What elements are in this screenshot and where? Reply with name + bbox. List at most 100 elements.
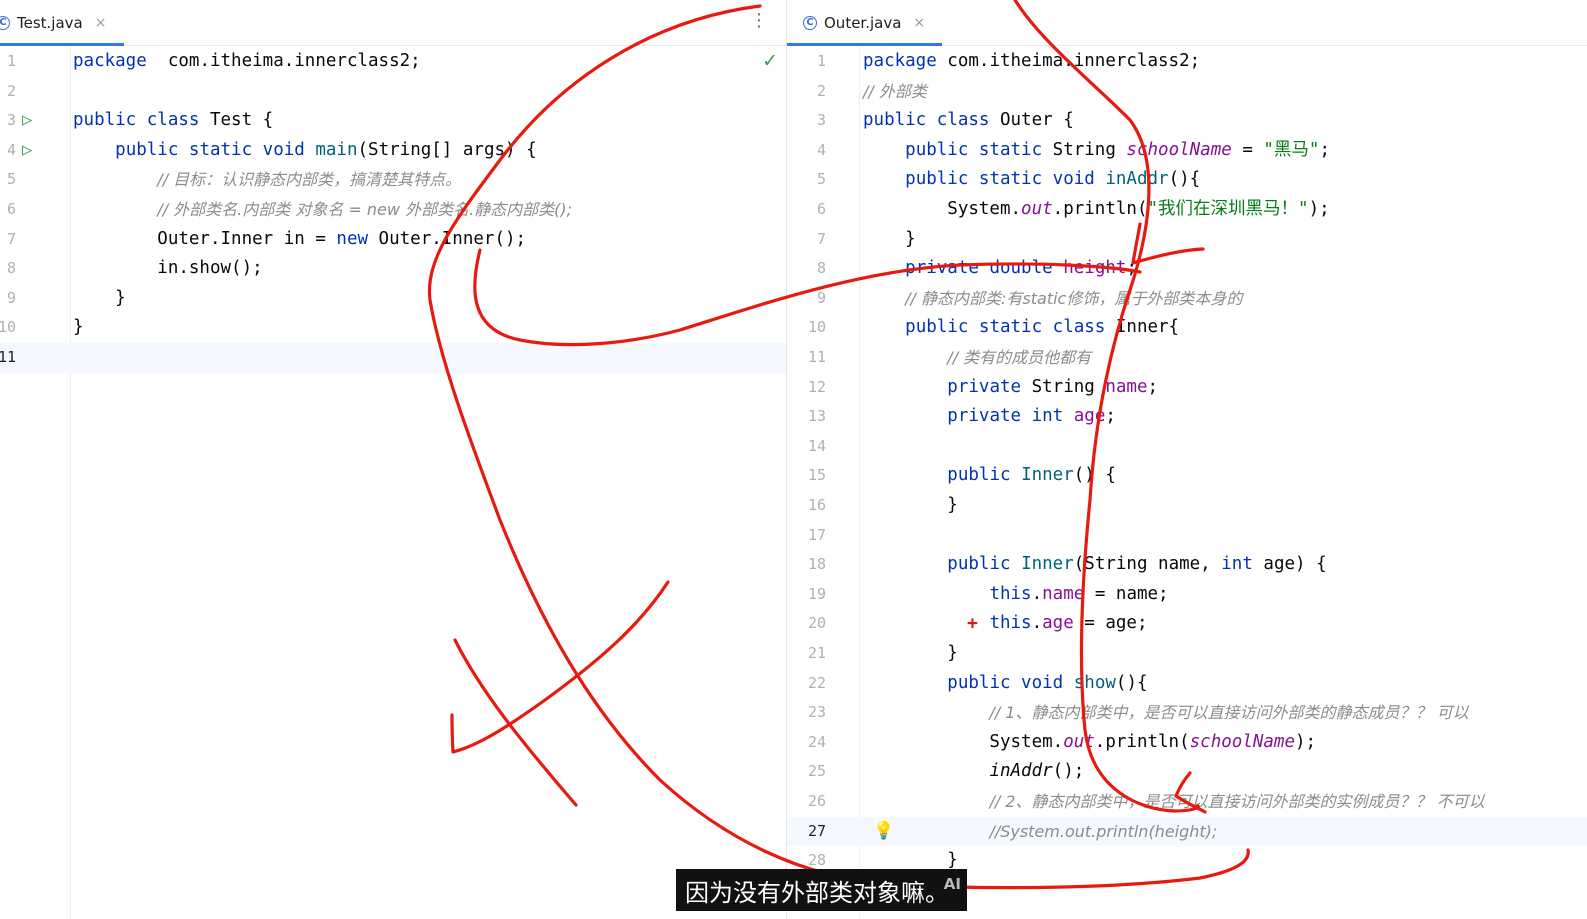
close-tab-icon[interactable]: × bbox=[913, 15, 925, 31]
line-number[interactable]: 1 bbox=[797, 47, 826, 77]
code-line[interactable]: 2 // 外部类 bbox=[787, 77, 1587, 107]
line-number[interactable]: 5 bbox=[797, 165, 826, 195]
code-text[interactable]: public class Outer { bbox=[863, 106, 1074, 136]
code-line[interactable]: 21 } bbox=[787, 639, 1587, 669]
code-text[interactable]: } bbox=[863, 225, 916, 255]
line-number[interactable]: 11 bbox=[0, 343, 16, 373]
code-text[interactable]: public static String schoolName = "黑马"; bbox=[863, 136, 1330, 166]
line-number[interactable]: 24 bbox=[797, 728, 826, 758]
code-text[interactable]: public Inner() { bbox=[863, 461, 1116, 491]
line-number[interactable]: 20 bbox=[797, 609, 826, 639]
line-number[interactable]: 3 bbox=[0, 106, 16, 136]
code-line[interactable]: 5 public static void inAddr(){ bbox=[787, 165, 1587, 195]
run-gutter-icon[interactable]: ▷ bbox=[22, 106, 32, 136]
code-line[interactable]: 14 bbox=[787, 432, 1587, 462]
code-text[interactable]: private double height; bbox=[863, 254, 1137, 284]
code-text[interactable]: in.show(); bbox=[73, 254, 262, 284]
line-number[interactable]: 4 bbox=[797, 136, 826, 166]
code-text[interactable]: } bbox=[73, 284, 126, 314]
line-number[interactable]: 18 bbox=[797, 550, 826, 580]
code-line[interactable]: 24 System.out.println(schoolName); bbox=[787, 728, 1587, 758]
code-text[interactable]: Outer.Inner in = new Outer.Inner(); bbox=[73, 225, 526, 255]
line-number[interactable]: 8 bbox=[797, 254, 826, 284]
line-number[interactable]: 2 bbox=[797, 77, 826, 107]
code-line[interactable]: 15 public Inner() { bbox=[787, 461, 1587, 491]
line-number[interactable]: 15 bbox=[797, 461, 826, 491]
code-line[interactable]: 25 inAddr(); bbox=[787, 757, 1587, 787]
code-line[interactable]: 6 // 外部类名.内部类 对象名 = new 外部类名.静态内部类(); bbox=[0, 195, 786, 225]
code-text[interactable]: this.age = age; bbox=[863, 609, 1147, 639]
line-number[interactable]: 6 bbox=[797, 195, 826, 225]
line-number[interactable]: 6 bbox=[0, 195, 16, 225]
line-number[interactable]: 14 bbox=[797, 432, 826, 462]
line-number[interactable]: 8 bbox=[0, 254, 16, 284]
line-number[interactable]: 16 bbox=[797, 491, 826, 521]
code-line[interactable]: 4 ▷ public static void main(String[] args… bbox=[0, 136, 786, 166]
line-number[interactable]: 10 bbox=[0, 313, 16, 343]
code-line[interactable]: 9 } bbox=[0, 284, 786, 314]
code-text[interactable]: // 外部类 bbox=[863, 77, 927, 108]
code-line[interactable]: 22 public void show(){ bbox=[787, 669, 1587, 699]
code-text[interactable]: // 1、静态内部类中，是否可以直接访问外部类的静态成员？？ 可以 bbox=[863, 698, 1468, 729]
line-number[interactable]: 23 bbox=[797, 698, 826, 728]
code-text[interactable]: inAddr(); bbox=[863, 757, 1084, 787]
code-line[interactable]: 6 System.out.println("我们在深圳黑马！"); bbox=[787, 195, 1587, 225]
code-line[interactable]: 11 bbox=[0, 343, 786, 373]
code-line[interactable]: 16 } bbox=[787, 491, 1587, 521]
code-line[interactable]: 7 } bbox=[787, 225, 1587, 255]
line-number[interactable]: 9 bbox=[797, 284, 826, 314]
code-text[interactable]: public class Test { bbox=[73, 106, 273, 136]
line-number[interactable]: 19 bbox=[797, 580, 826, 610]
code-line[interactable]: 3 public class Outer { bbox=[787, 106, 1587, 136]
code-text[interactable]: public Inner(String name, int age) { bbox=[863, 550, 1326, 580]
line-number[interactable]: 7 bbox=[0, 225, 16, 255]
code-text[interactable]: this.name = name; bbox=[863, 580, 1168, 610]
line-number[interactable]: 26 bbox=[797, 787, 826, 817]
code-line[interactable]: 19 this.name = name; bbox=[787, 580, 1587, 610]
more-options-icon[interactable]: ⋮ bbox=[750, 10, 768, 31]
code-line[interactable]: 23 // 1、静态内部类中，是否可以直接访问外部类的静态成员？？ 可以 bbox=[787, 698, 1587, 728]
tab-outer-java[interactable]: C Outer.java × bbox=[787, 0, 942, 46]
code-text[interactable]: private String name; bbox=[863, 373, 1158, 403]
line-number[interactable]: 22 bbox=[797, 669, 826, 699]
code-text[interactable]: System.out.println("我们在深圳黑马！"); bbox=[863, 195, 1329, 225]
code-text[interactable]: public static void inAddr(){ bbox=[863, 165, 1200, 195]
close-tab-icon[interactable]: × bbox=[95, 15, 107, 31]
code-text[interactable]: //System.out.println(height); bbox=[863, 817, 1217, 848]
code-line[interactable]: 10} bbox=[0, 313, 786, 343]
code-text[interactable]: private int age; bbox=[863, 402, 1116, 432]
code-line[interactable]: 8 in.show(); bbox=[0, 254, 786, 284]
code-line[interactable]: 1 package com.itheima.innerclass2; bbox=[787, 47, 1587, 77]
code-text[interactable]: } bbox=[73, 313, 84, 343]
code-line[interactable]: 11 // 类有的成员他都有 bbox=[787, 343, 1587, 373]
code-line[interactable]: 20 + this.age = age; bbox=[787, 609, 1587, 639]
line-number[interactable]: 17 bbox=[797, 521, 826, 551]
code-line[interactable]: 18 public Inner(String name, int age) { bbox=[787, 550, 1587, 580]
code-text[interactable]: // 目标：认识静态内部类，搞清楚其特点。 bbox=[73, 165, 461, 196]
code-text[interactable]: System.out.println(schoolName); bbox=[863, 728, 1316, 758]
line-number[interactable]: 4 bbox=[0, 136, 16, 166]
line-number[interactable]: 7 bbox=[797, 225, 826, 255]
code-line[interactable]: 12 private String name; bbox=[787, 373, 1587, 403]
right-editor-pane[interactable]: C Outer.java × 1 package com.itheima.inne… bbox=[787, 0, 1587, 919]
code-text[interactable]: public static void main(String[] args) { bbox=[73, 136, 536, 166]
code-line[interactable]: 27 💡 //System.out.println(height); bbox=[787, 816, 1587, 848]
line-number[interactable]: 3 bbox=[797, 106, 826, 136]
line-number[interactable]: 1 bbox=[0, 47, 16, 77]
line-number[interactable]: 27 bbox=[797, 817, 826, 847]
code-text[interactable]: } bbox=[863, 639, 958, 669]
code-line[interactable]: 17 bbox=[787, 521, 1587, 551]
code-text[interactable]: package com.itheima.innerclass2; bbox=[863, 47, 1200, 77]
tab-test-java[interactable]: C Test.java × bbox=[0, 0, 124, 46]
line-number[interactable]: 12 bbox=[797, 373, 826, 403]
code-line[interactable]: 26 // 2、静态内部类中，是否可以直接访问外部类的实例成员？？ 不可以 bbox=[787, 787, 1587, 817]
code-line[interactable]: 13 private int age; bbox=[787, 402, 1587, 432]
code-text[interactable]: // 外部类名.内部类 对象名 = new 外部类名.静态内部类(); bbox=[73, 195, 572, 226]
line-number[interactable]: 2 bbox=[0, 77, 16, 107]
code-line[interactable]: 3 ▷ public class Test { bbox=[0, 106, 786, 136]
code-text[interactable]: public void show(){ bbox=[863, 669, 1147, 699]
line-number[interactable]: 5 bbox=[0, 165, 16, 195]
code-line[interactable]: 7 Outer.Inner in = new Outer.Inner(); bbox=[0, 225, 786, 255]
line-number[interactable]: 9 bbox=[0, 284, 16, 314]
code-text[interactable]: package com.itheima.innerclass2; bbox=[73, 47, 421, 77]
